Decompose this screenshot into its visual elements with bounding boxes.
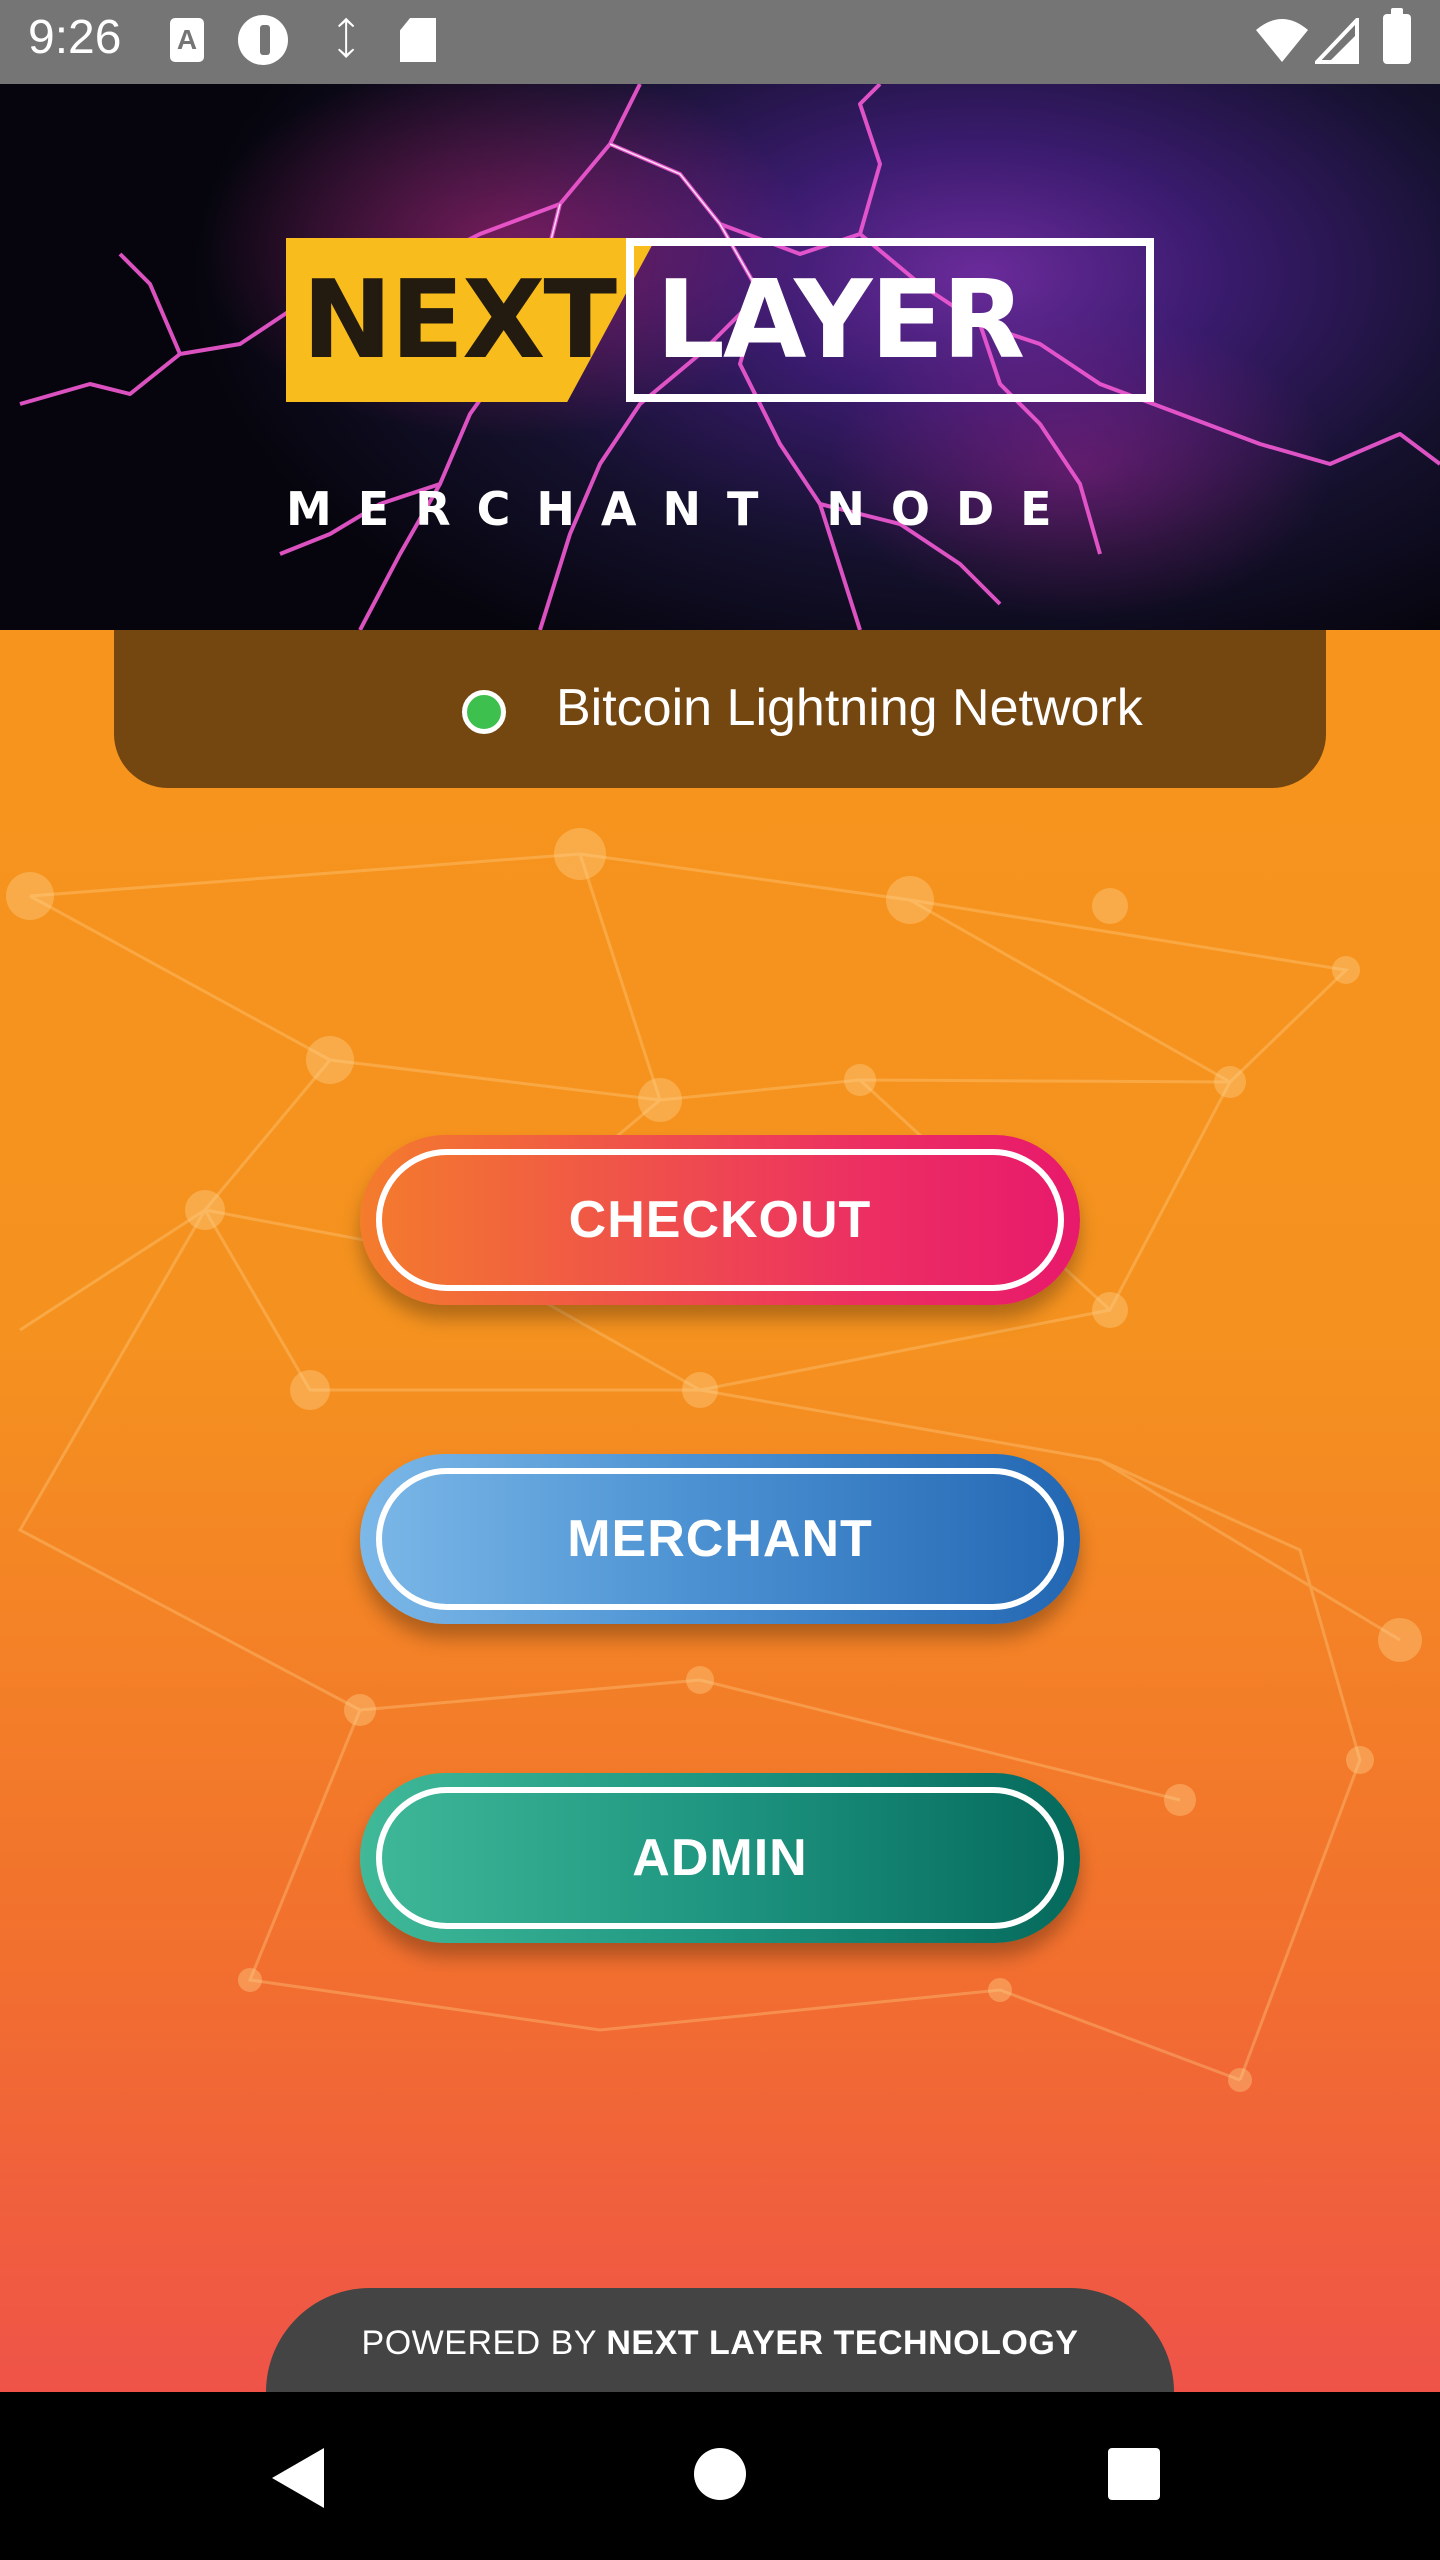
system-nav-bar xyxy=(0,2392,1440,2560)
logo-layer-text: LAYER xyxy=(656,258,1025,383)
wifi-icon xyxy=(1256,19,1308,62)
merchant-button[interactable]: MERCHANT xyxy=(360,1454,1080,1624)
sync-icon: ⤢ xyxy=(318,11,373,66)
powered-by-text: POWERED BY NEXT LAYER TECHNOLOGY xyxy=(266,2324,1174,2363)
back-icon[interactable] xyxy=(272,2448,324,2508)
powered-by-prefix: POWERED BY xyxy=(361,2324,597,2362)
checkout-button[interactable]: CHECKOUT xyxy=(360,1135,1080,1305)
home-icon[interactable] xyxy=(694,2448,746,2500)
powered-by-brand: NEXT LAYER TECHNOLOGY xyxy=(606,2324,1079,2362)
p-badge-icon xyxy=(238,15,288,65)
status-time: 9:26 xyxy=(28,11,122,64)
connection-status-dot xyxy=(462,690,506,734)
brand-logo: NEXT LAYER xyxy=(286,230,1154,402)
header-banner: NEXT LAYER MERCHANT NODE xyxy=(0,84,1440,630)
signal-icon xyxy=(1315,18,1359,64)
battery-icon xyxy=(1383,8,1411,64)
status-bar: 9:26 A ⤢ xyxy=(0,0,1440,84)
logo-next-text: NEXT xyxy=(302,258,617,383)
network-label: Bitcoin Lightning Network xyxy=(556,679,1143,737)
main-content: Bitcoin Lightning Network CHECKOUT MERCH… xyxy=(0,630,1440,2392)
admin-button[interactable]: ADMIN xyxy=(360,1773,1080,1943)
recents-icon[interactable] xyxy=(1108,2448,1160,2500)
sd-card-icon xyxy=(400,18,436,62)
text-a-icon: A xyxy=(170,18,204,62)
powered-by-footer: POWERED BY NEXT LAYER TECHNOLOGY xyxy=(266,2288,1174,2392)
network-status-bar: Bitcoin Lightning Network xyxy=(114,630,1326,788)
admin-button-label: ADMIN xyxy=(632,1829,808,1887)
merchant-button-label: MERCHANT xyxy=(567,1510,873,1568)
logo-subtitle: MERCHANT NODE xyxy=(286,482,1078,536)
checkout-button-label: CHECKOUT xyxy=(568,1191,872,1249)
